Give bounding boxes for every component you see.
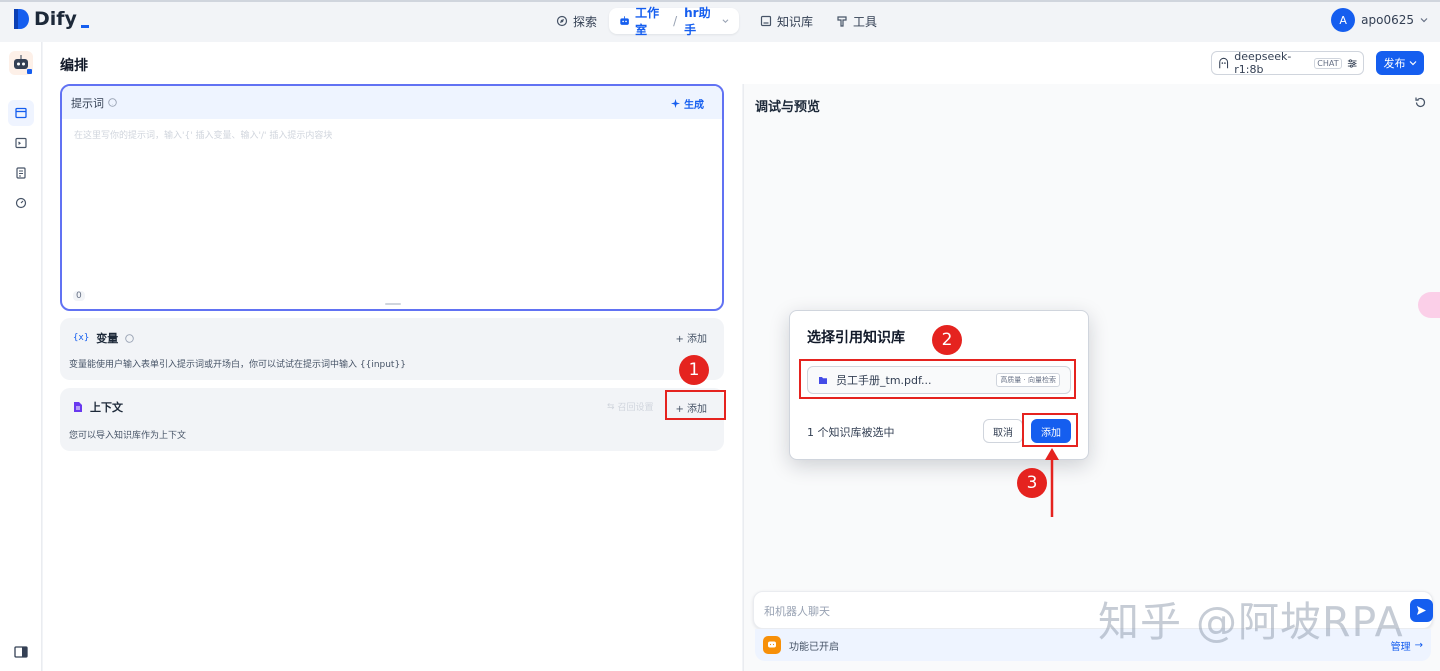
- avatar: A: [1331, 8, 1356, 32]
- nav-knowledge[interactable]: 知识库: [750, 8, 823, 34]
- debug-title: 调试与预览: [755, 100, 821, 115]
- context-card: 上下文 ⇆ 召回设置 + 添加 您可以导入知识库作为上下文: [60, 388, 724, 451]
- sidebar-item-monitor[interactable]: [8, 190, 34, 216]
- model-icon: [1219, 57, 1229, 68]
- send-button[interactable]: [1410, 599, 1433, 622]
- variables-description: 变量能使用户输入表单引入提示词或开场白，你可以试试在提示词中输入 {{input…: [69, 360, 406, 370]
- variables-title: 变量: [96, 332, 119, 345]
- features-label: 功能已开启: [789, 641, 839, 653]
- nav-tools-label: 工具: [853, 14, 878, 29]
- watermark: 知乎 @阿坡RPA: [1098, 598, 1404, 646]
- char-count: 0: [73, 291, 85, 301]
- variables-add-button[interactable]: + 添加: [675, 330, 707, 345]
- variables-header: {x} 变量: [73, 330, 135, 346]
- chevron-down-icon: [1420, 18, 1428, 23]
- user-menu[interactable]: A apo0625: [1331, 8, 1428, 32]
- gauge-icon: [15, 197, 27, 209]
- restart-button[interactable]: [1414, 96, 1427, 109]
- variables-add-label: 添加: [687, 334, 707, 345]
- compass-icon: [556, 15, 568, 27]
- logo-text: Dify: [34, 8, 77, 30]
- prompt-editor[interactable]: 提示词 生成 在这里写你的提示词，输入'{' 插入变量、输入'/' 插入提示内容…: [60, 84, 724, 311]
- app-icon[interactable]: [9, 51, 33, 75]
- prompt-placeholder: 在这里写你的提示词，输入'{' 插入变量、输入'/' 插入提示内容块: [74, 131, 333, 141]
- robot-icon: [620, 16, 629, 25]
- sidebar-item-orchestrate[interactable]: [8, 100, 34, 126]
- annotation-box-1: [665, 390, 726, 420]
- prompt-header: 提示词: [62, 86, 722, 119]
- context-header: 上下文: [73, 399, 123, 415]
- publish-button[interactable]: 发布: [1376, 51, 1424, 75]
- nav-studio-label: 工作室: [635, 6, 660, 37]
- translate-tab[interactable]: [1418, 292, 1440, 318]
- recall-settings-button[interactable]: ⇆ 召回设置: [607, 400, 654, 414]
- sidebar-toggle-icon: [14, 646, 28, 658]
- sidebar-item-api[interactable]: [8, 130, 34, 156]
- document-icon: [74, 402, 82, 412]
- sparkle-icon: [671, 99, 680, 108]
- variable-icon: {x}: [73, 333, 90, 343]
- dify-logo[interactable]: Dify: [12, 8, 89, 30]
- collapse-sidebar-button[interactable]: [14, 646, 28, 658]
- help-icon[interactable]: [125, 333, 135, 343]
- breadcrumb-separator: /: [673, 14, 678, 28]
- generate-label: 生成: [684, 100, 704, 111]
- book-icon: [760, 15, 772, 27]
- annotation-box-3: [1022, 413, 1078, 447]
- model-name: deepseek-r1:8b: [1234, 50, 1292, 76]
- model-selector[interactable]: deepseek-r1:8b CHAT: [1211, 50, 1364, 76]
- annotation-box-2: [799, 359, 1076, 399]
- selected-count: 1 个知识库被选中: [807, 426, 895, 439]
- robot-avatar-icon: [14, 55, 32, 74]
- feature-icon: [763, 636, 781, 654]
- nav-explore[interactable]: 探索: [546, 8, 607, 34]
- context-description: 您可以导入知识库作为上下文: [69, 431, 187, 441]
- generate-button[interactable]: 生成: [671, 96, 704, 111]
- publish-label: 发布: [1383, 57, 1406, 70]
- recall-settings-label: 召回设置: [617, 403, 654, 413]
- resize-handle[interactable]: [385, 303, 401, 305]
- plus-icon: +: [675, 334, 687, 345]
- sidebar-item-logs[interactable]: [8, 160, 34, 186]
- terminal-icon: [15, 137, 27, 149]
- user-name: apo0625: [1361, 13, 1414, 27]
- cancel-button[interactable]: 取消: [983, 419, 1023, 443]
- annotation-arrow-icon: [1045, 448, 1059, 517]
- prompt-title: 提示词: [71, 96, 104, 110]
- send-icon: [1417, 606, 1426, 615]
- page-title: 编排: [60, 58, 88, 74]
- annotation-marker-1: 1: [679, 355, 709, 385]
- swap-icon: ⇆: [607, 401, 615, 412]
- nav-knowledge-label: 知识库: [777, 14, 814, 29]
- settings-sliders-icon: [1347, 58, 1357, 68]
- chevron-down-icon: [1409, 61, 1416, 66]
- arrow-right-icon: →: [1414, 639, 1423, 651]
- modal-title: 选择引用知识库: [807, 330, 905, 346]
- help-icon[interactable]: [108, 98, 117, 107]
- tool-icon: [837, 16, 847, 27]
- dify-logo-icon: [14, 9, 29, 29]
- chevron-down-icon: [722, 19, 729, 24]
- chat-mode-badge: CHAT: [1314, 57, 1342, 69]
- context-title: 上下文: [90, 401, 123, 414]
- variables-card: {x} 变量 + 添加 变量能使用户输入表单引入提示词或开场白，你可以试试在提示…: [60, 318, 724, 380]
- nav-explore-label: 探索: [573, 14, 598, 29]
- layout-icon: [15, 107, 27, 119]
- nav-studio[interactable]: 工作室 / hr助手: [609, 6, 739, 37]
- log-icon: [16, 167, 26, 179]
- chat-bubble-icon: [768, 641, 776, 648]
- refresh-icon: [1415, 97, 1426, 108]
- nav-tools[interactable]: 工具: [826, 8, 887, 34]
- annotation-marker-2: 2: [932, 325, 962, 355]
- app-name: hr助手: [684, 6, 711, 37]
- chat-placeholder: 和机器人聊天: [764, 605, 830, 618]
- logo-underscore: [80, 24, 89, 28]
